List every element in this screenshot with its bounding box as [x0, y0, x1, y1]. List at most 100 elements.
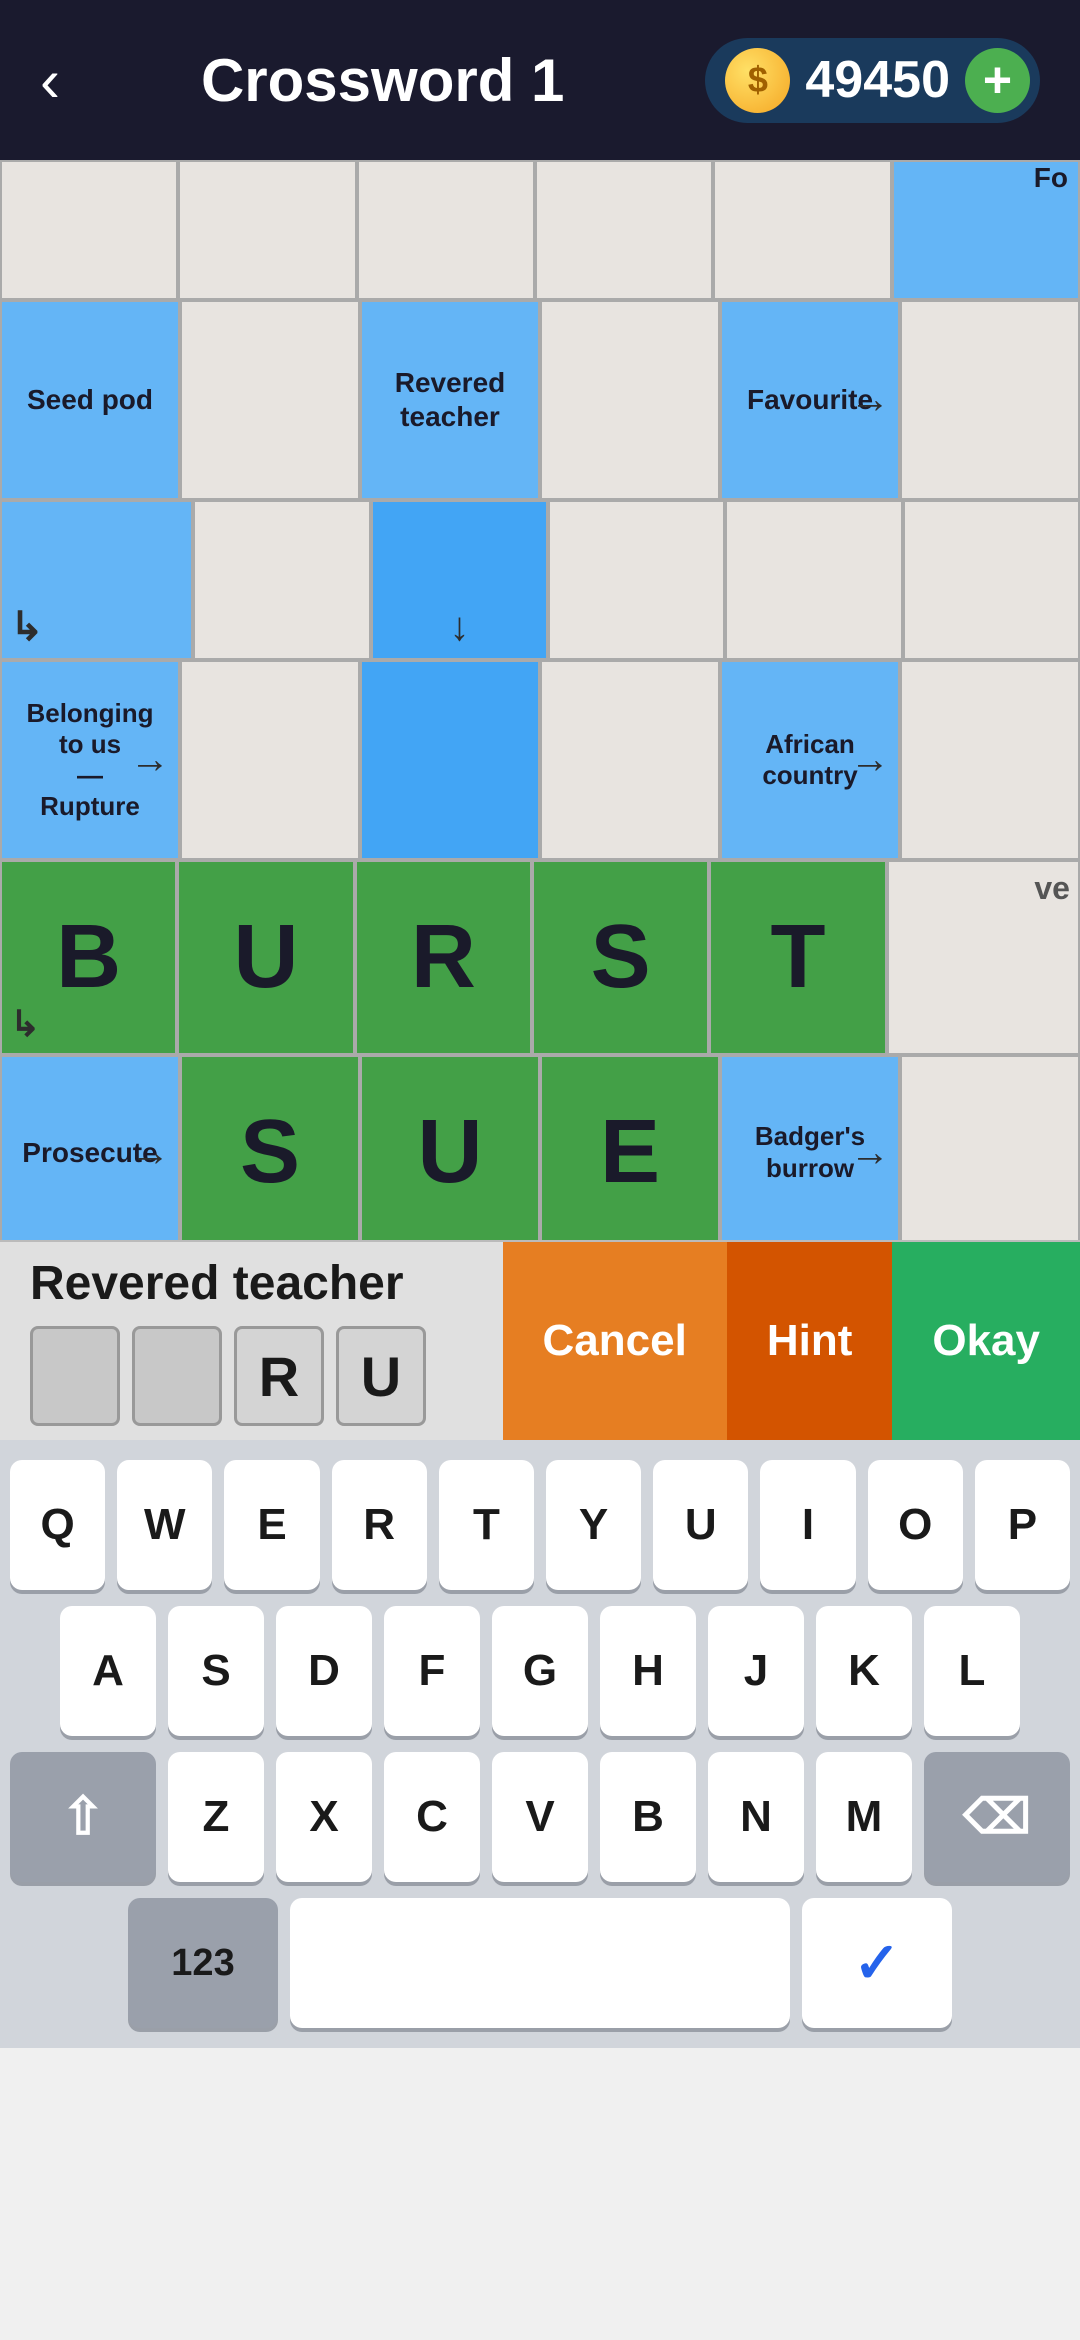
backspace-key[interactable]: ⌫ [924, 1752, 1070, 1882]
answer-bar: Revered teacher R U Cancel Hint Okay [0, 1240, 1080, 1440]
back-button[interactable]: ‹ [40, 46, 60, 115]
game-title: Crossword 1 [201, 46, 564, 115]
key-K[interactable]: K [816, 1606, 912, 1736]
grid-row-0: Fo [0, 160, 1080, 300]
answer-box-1[interactable] [30, 1326, 120, 1426]
okay-button[interactable]: Okay [892, 1242, 1080, 1440]
cell-2-5[interactable] [903, 500, 1080, 660]
keyboard-row-2: A S D F G H J K L [10, 1606, 1070, 1736]
key-L[interactable]: L [924, 1606, 1020, 1736]
cell-0-0[interactable] [0, 160, 178, 300]
cell-2-2[interactable]: ↓ [371, 500, 548, 660]
answer-box-3[interactable]: R [234, 1326, 324, 1426]
cell-3-0[interactable]: Belongingto us—Rupture → [0, 660, 180, 860]
answer-box-2[interactable] [132, 1326, 222, 1426]
key-S[interactable]: S [168, 1606, 264, 1736]
letter-U: U [233, 906, 298, 1009]
letter-S2: S [240, 1101, 300, 1204]
key-N[interactable]: N [708, 1752, 804, 1882]
key-D[interactable]: D [276, 1606, 372, 1736]
keyboard: Q W E R T Y U I O P A S D F G H J K L ⇧ … [0, 1440, 1080, 2048]
key-P[interactable]: P [975, 1460, 1070, 1590]
letter-R: R [411, 906, 476, 1009]
space-key[interactable] [290, 1898, 790, 2028]
cell-4-0[interactable]: B ↳ [0, 860, 177, 1055]
cell-2-4[interactable] [725, 500, 902, 660]
cell-3-2[interactable] [360, 660, 540, 860]
keyboard-row-4: 123 ✓ [10, 1898, 1070, 2028]
grid-row-4: B ↳ U R S T ve [0, 860, 1080, 1055]
revered-teacher-clue-top: Reveredteacher [387, 358, 514, 441]
key-G[interactable]: G [492, 1606, 588, 1736]
checkmark-key[interactable]: ✓ [802, 1898, 952, 2028]
key-F[interactable]: F [384, 1606, 480, 1736]
key-W[interactable]: W [117, 1460, 212, 1590]
grid-row-3: Belongingto us—Rupture → Africancountry … [0, 660, 1080, 860]
key-Y[interactable]: Y [546, 1460, 641, 1590]
cell-0-3[interactable] [535, 160, 713, 300]
key-I[interactable]: I [760, 1460, 855, 1590]
top-bar: ‹ Crossword 1 $ 49450 + [0, 0, 1080, 160]
cell-4-5[interactable]: ve [887, 860, 1080, 1055]
coin-icon: $ [725, 48, 790, 113]
key-Z[interactable]: Z [168, 1752, 264, 1882]
key-B[interactable]: B [600, 1752, 696, 1882]
cell-0-2[interactable] [357, 160, 535, 300]
cell-0-1[interactable] [178, 160, 356, 300]
cell-1-1[interactable] [180, 300, 360, 500]
cell-1-0[interactable]: Seed pod [0, 300, 180, 500]
cell-5-2[interactable]: U [360, 1055, 540, 1240]
coin-amount: 49450 [805, 50, 950, 110]
key-V[interactable]: V [492, 1752, 588, 1882]
key-O[interactable]: O [868, 1460, 963, 1590]
cell-2-0[interactable]: ↳ [0, 500, 193, 660]
cancel-button[interactable]: Cancel [503, 1242, 727, 1440]
cell-5-0[interactable]: Prosecute → [0, 1055, 180, 1240]
seed-pod-clue: Seed pod [19, 375, 161, 425]
key-M[interactable]: M [816, 1752, 912, 1882]
key-A[interactable]: A [60, 1606, 156, 1736]
key-R[interactable]: R [332, 1460, 427, 1590]
action-buttons: Cancel Hint Okay [503, 1242, 1080, 1440]
grid-row-2: ↳ ↓ [0, 500, 1080, 660]
cell-3-1[interactable] [180, 660, 360, 860]
key-H[interactable]: H [600, 1606, 696, 1736]
key-U[interactable]: U [653, 1460, 748, 1590]
cell-4-3[interactable]: S [532, 860, 709, 1055]
cell-1-3[interactable] [540, 300, 720, 500]
hint-button[interactable]: Hint [727, 1242, 893, 1440]
coin-add-button[interactable]: + [965, 48, 1030, 113]
key-C[interactable]: C [384, 1752, 480, 1882]
cell-4-4[interactable]: T [709, 860, 886, 1055]
key-J[interactable]: J [708, 1606, 804, 1736]
cell-2-1[interactable] [193, 500, 370, 660]
shift-key[interactable]: ⇧ [10, 1752, 156, 1882]
african-country-clue: Africancountry [754, 721, 865, 799]
cell-3-4[interactable]: Africancountry → [720, 660, 900, 860]
cell-4-2[interactable]: R [355, 860, 532, 1055]
cell-5-1[interactable]: S [180, 1055, 360, 1240]
cell-3-3[interactable] [540, 660, 720, 860]
letter-E: E [600, 1101, 660, 1204]
cell-1-4[interactable]: Favourite → [720, 300, 900, 500]
key-T[interactable]: T [439, 1460, 534, 1590]
cell-5-3[interactable]: E [540, 1055, 720, 1240]
cell-5-5[interactable] [900, 1055, 1080, 1240]
letter-B: B [56, 906, 121, 1009]
cell-1-5[interactable] [900, 300, 1080, 500]
cell-0-5[interactable]: Fo [892, 160, 1080, 300]
keyboard-row-1: Q W E R T Y U I O P [10, 1460, 1070, 1590]
cell-4-1[interactable]: U [177, 860, 354, 1055]
key-Q[interactable]: Q [10, 1460, 105, 1590]
numbers-key[interactable]: 123 [128, 1898, 278, 2028]
grid-row-5: Prosecute → S U E Badger'sburrow → [0, 1055, 1080, 1240]
cell-3-5[interactable] [900, 660, 1080, 860]
cell-0-4[interactable] [713, 160, 891, 300]
cell-5-4[interactable]: Badger'sburrow → [720, 1055, 900, 1240]
letter-U2: U [418, 1101, 483, 1204]
key-E[interactable]: E [224, 1460, 319, 1590]
answer-box-4[interactable]: U [336, 1326, 426, 1426]
cell-1-2[interactable]: Reveredteacher [360, 300, 540, 500]
key-X[interactable]: X [276, 1752, 372, 1882]
cell-2-3[interactable] [548, 500, 725, 660]
